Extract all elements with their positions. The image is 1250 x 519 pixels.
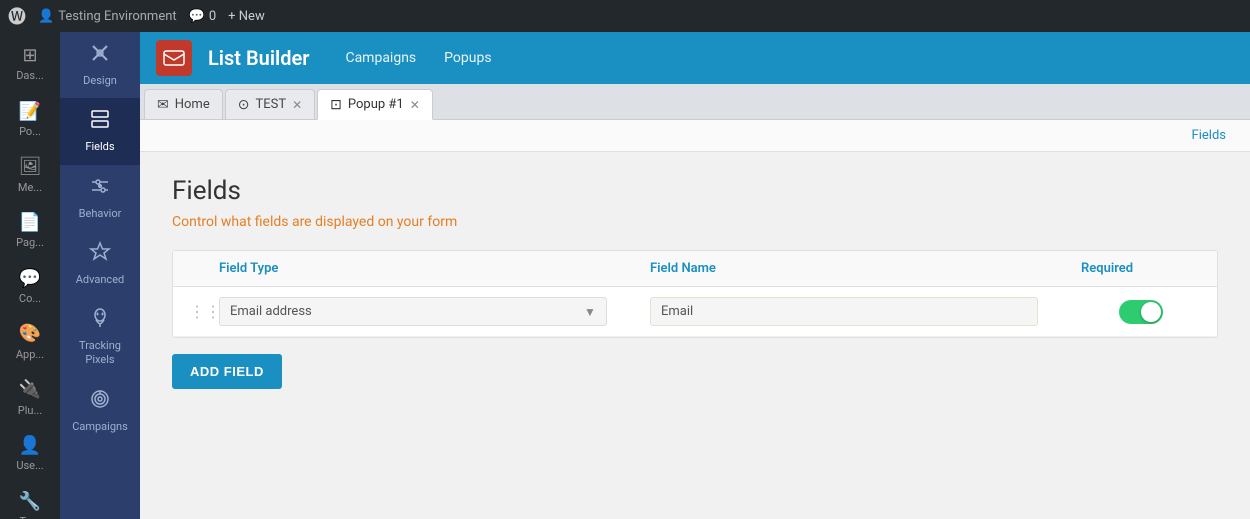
tracking-pixels-icon bbox=[89, 307, 111, 335]
app-wrapper: ⊞ Das... 📝 Po... 🖼 Me... 📄 Pag... 💬 Co..… bbox=[0, 32, 1250, 519]
field-type-cell: Email address ▼ bbox=[219, 297, 650, 326]
users-icon: 👤 bbox=[4, 434, 56, 457]
plugin-sidebar: Design Fields bbox=[60, 32, 140, 519]
sidebar-item-media[interactable]: 🖼 Me... bbox=[0, 147, 60, 203]
toggle-thumb bbox=[1141, 302, 1161, 322]
plugin-sidebar-item-tracking-pixels[interactable]: Tracking Pixels bbox=[60, 297, 140, 378]
plugin-sidebar-item-behavior[interactable]: Behavior bbox=[60, 165, 140, 231]
nav-campaigns[interactable]: Campaigns bbox=[333, 44, 428, 72]
plugins-icon: 🔌 bbox=[4, 378, 56, 401]
pages-icon: 📄 bbox=[4, 211, 56, 234]
tools-icon: 🔧 bbox=[4, 490, 56, 513]
tab-popup1-close[interactable]: ✕ bbox=[410, 99, 420, 111]
sidebar-item-pages[interactable]: 📄 Pag... bbox=[0, 203, 60, 259]
fields-page: Fields Control what fields are displayed… bbox=[140, 152, 1250, 413]
drag-handle[interactable]: ⋮⋮ bbox=[189, 302, 219, 321]
main-area: List Builder Campaigns Popups ✉ Home ⊙ T… bbox=[140, 32, 1250, 519]
fields-page-subtitle: Control what fields are displayed on you… bbox=[172, 214, 1218, 230]
wp-admin-bar: 🅦 👤 Testing Environment 💬 0 + New bbox=[0, 0, 1250, 32]
site-name[interactable]: 👤 Testing Environment bbox=[38, 9, 177, 24]
comments-icon: 💬 bbox=[189, 9, 205, 24]
plugin-sidebar-item-fields[interactable]: Fields bbox=[60, 98, 140, 164]
behavior-icon bbox=[89, 175, 111, 203]
sidebar-item-posts[interactable]: 📝 Po... bbox=[0, 92, 60, 148]
wp-sidebar: ⊞ Das... 📝 Po... 🖼 Me... 📄 Pag... 💬 Co..… bbox=[0, 32, 60, 519]
tabs-bar: ✉ Home ⊙ TEST ✕ ⊡ Popup #1 ✕ bbox=[140, 84, 1250, 120]
plugin-nav: Campaigns Popups bbox=[333, 44, 503, 72]
sidebar-item-dashboard[interactable]: ⊞ Das... bbox=[0, 36, 60, 92]
appearance-icon: 🎨 bbox=[4, 322, 56, 345]
dashboard-icon: ⊞ bbox=[4, 44, 56, 67]
comments-bar-item[interactable]: 💬 0 bbox=[189, 9, 217, 24]
required-cell bbox=[1081, 300, 1201, 324]
tab-home-icon: ✉ bbox=[157, 97, 169, 113]
field-name-cell: Email bbox=[650, 297, 1081, 326]
plugin-title: List Builder bbox=[208, 46, 309, 70]
wp-logo-icon: 🅦 bbox=[8, 3, 26, 29]
required-toggle[interactable] bbox=[1119, 300, 1163, 324]
advanced-icon bbox=[89, 241, 111, 269]
nav-popups[interactable]: Popups bbox=[432, 44, 503, 72]
add-field-button[interactable]: ADD FIELD bbox=[172, 354, 282, 389]
table-header-field-type: Field Type bbox=[219, 261, 650, 276]
breadcrumb-fields-link[interactable]: Fields bbox=[1192, 128, 1226, 143]
plugin-sidebar-item-advanced[interactable]: Advanced bbox=[60, 231, 140, 297]
campaigns-icon bbox=[89, 388, 111, 416]
fields-page-title: Fields bbox=[172, 176, 1218, 206]
sidebar-item-plugins[interactable]: 🔌 Plu... bbox=[0, 370, 60, 426]
table-header-required: Required bbox=[1081, 261, 1201, 276]
table-row: ⋮⋮ Email address ▼ Email bbox=[173, 287, 1217, 337]
field-type-select[interactable]: Email address ▼ bbox=[219, 297, 607, 326]
content-area: Fields Fields Control what fields are di… bbox=[140, 120, 1250, 519]
plugin-sidebar-item-campaigns[interactable]: Campaigns bbox=[60, 378, 140, 444]
posts-icon: 📝 bbox=[4, 100, 56, 123]
field-name-input[interactable]: Email bbox=[650, 297, 1038, 326]
plugin-logo bbox=[156, 40, 192, 76]
tab-test[interactable]: ⊙ TEST ✕ bbox=[225, 89, 315, 119]
plugin-header: List Builder Campaigns Popups bbox=[140, 32, 1250, 84]
tab-popup1[interactable]: ⊡ Popup #1 ✕ bbox=[317, 89, 433, 120]
fields-table: Field Type Field Name Required ⋮⋮ Email … bbox=[172, 250, 1218, 338]
tab-test-close[interactable]: ✕ bbox=[292, 99, 302, 111]
tab-popup1-icon: ⊡ bbox=[330, 97, 342, 113]
table-header-drag bbox=[189, 261, 219, 276]
sidebar-item-tools[interactable]: 🔧 To... bbox=[0, 482, 60, 519]
sidebar-item-users[interactable]: 👤 Use... bbox=[0, 426, 60, 482]
table-header-field-name: Field Name bbox=[650, 261, 1081, 276]
tab-home[interactable]: ✉ Home bbox=[144, 89, 223, 119]
sidebar-item-appearance[interactable]: 🎨 App... bbox=[0, 314, 60, 370]
toggle-track bbox=[1119, 300, 1163, 324]
chevron-down-icon: ▼ bbox=[584, 305, 596, 319]
fields-icon bbox=[89, 108, 111, 136]
breadcrumb-bar: Fields bbox=[140, 120, 1250, 152]
media-icon: 🖼 bbox=[4, 155, 56, 178]
new-bar-item[interactable]: + New bbox=[228, 9, 265, 24]
tab-test-icon: ⊙ bbox=[238, 97, 250, 113]
fields-table-header: Field Type Field Name Required bbox=[173, 251, 1217, 287]
comments-icon-sidebar: 💬 bbox=[4, 267, 56, 290]
sidebar-item-comments[interactable]: 💬 Co... bbox=[0, 259, 60, 315]
plugin-sidebar-item-design[interactable]: Design bbox=[60, 32, 140, 98]
design-icon bbox=[89, 42, 111, 70]
